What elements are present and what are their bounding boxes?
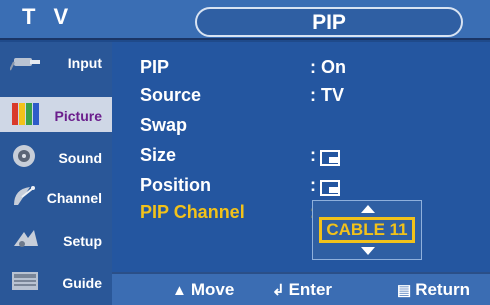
title-bar: T V PIP: [0, 0, 490, 40]
move-hint: ▲︎ Move: [172, 280, 234, 300]
sidebar-item-guide[interactable]: Guide: [0, 264, 112, 299]
menu-row-swap[interactable]: Swap: [140, 115, 480, 141]
return-label: Return: [415, 280, 470, 299]
sidebar-item-label: Input: [67, 55, 102, 71]
input-plug-icon: [10, 58, 40, 71]
updown-arrows-icon: ▲︎: [172, 282, 187, 299]
sidebar-item-setup[interactable]: Setup: [0, 222, 112, 257]
program-guide-icon: [12, 272, 38, 290]
menu-row-value: : TV: [310, 85, 344, 105]
menu-row-source[interactable]: Source : TV: [140, 85, 480, 111]
menu-row-value: : On: [310, 57, 346, 77]
menu-row-value: :: [310, 175, 316, 195]
menu-row-label: Source: [140, 85, 202, 105]
sidebar-item-label: Sound: [58, 150, 102, 166]
move-label: Move: [190, 280, 235, 299]
tv-osd-screen: T V PIP Input Picture Sound Channel Setu…: [0, 0, 490, 305]
channel-value: CABLE 11: [319, 217, 415, 243]
menu-row-position[interactable]: Position :: [140, 175, 480, 201]
sidebar-item-picture[interactable]: Picture: [0, 97, 112, 132]
sidebar-item-channel[interactable]: Channel: [0, 179, 112, 214]
enter-hint: ↲ Enter: [272, 280, 332, 300]
gear-setup-icon: [14, 230, 38, 247]
return-hint: ▤ Return: [397, 280, 470, 300]
menu-row-label: Position: [140, 175, 211, 195]
menu-row-pip-channel[interactable]: PIP Channel :: [140, 202, 480, 228]
arrow-down-icon[interactable]: [361, 247, 375, 255]
sidebar-item-sound[interactable]: Sound: [0, 139, 112, 174]
sidebar-item-input[interactable]: Input: [0, 44, 112, 79]
menu-title: PIP: [312, 11, 346, 34]
menu-title-pill: PIP: [195, 7, 463, 37]
sidebar-item-label: Channel: [46, 190, 102, 206]
menu-row-label: Size: [140, 145, 177, 165]
arrow-up-icon[interactable]: [361, 205, 375, 213]
sidebar-item-label: Picture: [54, 108, 102, 124]
satellite-dish-icon: [14, 186, 35, 205]
hint-bar: ▲︎ Move ↲ Enter ▤ Return: [112, 272, 490, 305]
enter-label: Enter: [288, 280, 333, 299]
pip-menu-panel: PIP : On Source : TV Swap Size : Positio…: [112, 42, 490, 272]
speaker-icon: [13, 145, 35, 167]
menu-row-size[interactable]: Size :: [140, 145, 480, 171]
pip-size-icon: [320, 150, 340, 166]
menu-row-label: PIP Channel: [140, 202, 245, 222]
channel-selector[interactable]: CABLE 11: [312, 200, 422, 260]
sidebar: Input Picture Sound Channel Setup Guide: [0, 42, 112, 305]
menu-row-pip[interactable]: PIP : On: [140, 57, 480, 83]
menu-return-icon: ▤: [397, 282, 412, 299]
picture-bars-icon: [12, 103, 39, 125]
enter-icon: ↲: [272, 282, 285, 299]
tv-label: T V: [22, 4, 75, 29]
menu-row-label: PIP: [140, 57, 170, 77]
pip-position-icon: [320, 180, 340, 196]
menu-row-value: :: [310, 145, 316, 165]
menu-row-label: Swap: [140, 115, 188, 135]
sidebar-item-label: Setup: [63, 233, 102, 249]
sidebar-item-label: Guide: [62, 275, 102, 291]
